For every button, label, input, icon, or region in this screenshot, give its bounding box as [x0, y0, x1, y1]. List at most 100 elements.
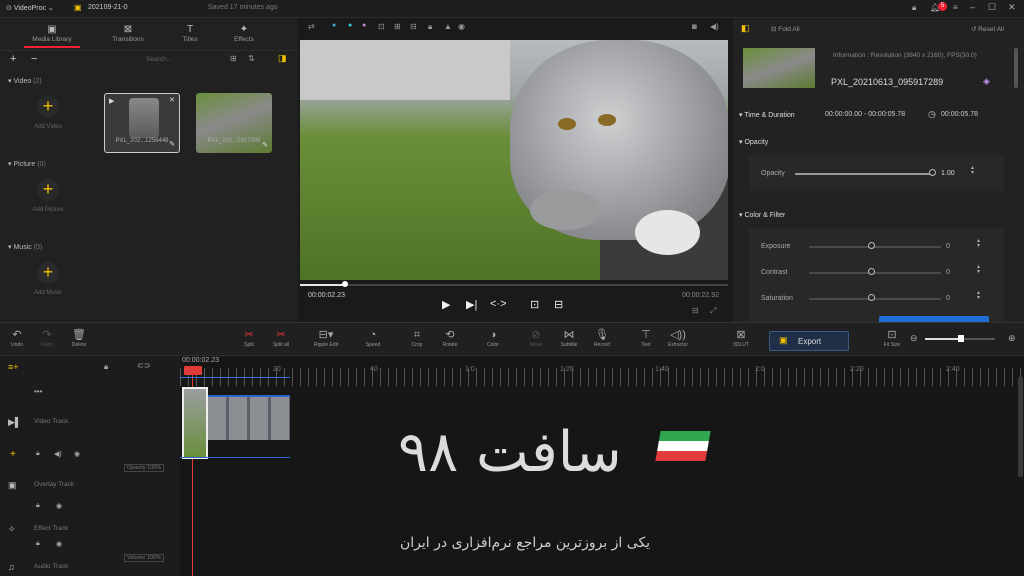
- close-icon[interactable]: ✕: [1008, 2, 1016, 13]
- stepper-icon[interactable]: ▴ ▾: [977, 238, 980, 249]
- color-filter-header[interactable]: ▾ Color & Filter: [739, 211, 785, 219]
- undo-button[interactable]: ↶ Undo: [0, 329, 34, 348]
- video-thumbnail-1[interactable]: ▶ ✕ ✎: [104, 93, 180, 153]
- music-section-header[interactable]: ▾ Music (0): [8, 243, 42, 251]
- add-icon[interactable]: +: [10, 449, 16, 460]
- menu-icon[interactable]: ≡: [953, 3, 958, 12]
- opacity-slider[interactable]: [795, 173, 933, 175]
- project-name[interactable]: 202109-21-0: [88, 4, 128, 11]
- search-input[interactable]: Search...: [146, 56, 172, 63]
- timeline-scrollbar[interactable]: [1018, 377, 1023, 477]
- compare-icon[interactable]: ⇄: [308, 22, 315, 31]
- maximize-icon[interactable]: ☐: [988, 2, 996, 13]
- mask-button[interactable]: ⊘ Mask: [519, 329, 553, 348]
- step-forward-icon[interactable]: ▶|: [466, 298, 477, 311]
- stepper-icon[interactable]: ▴ ▾: [971, 165, 974, 176]
- reset-all-button[interactable]: ↺ Reset All: [971, 25, 1004, 33]
- playhead-handle[interactable]: [184, 366, 202, 375]
- zoom-in-icon[interactable]: ⊕: [1008, 333, 1016, 344]
- split-icon[interactable]: ⊟: [410, 22, 417, 31]
- 3dlut-button[interactable]: ⊠ 3DLUT: [724, 329, 758, 348]
- video-clip-2[interactable]: [208, 395, 290, 440]
- video-section-header[interactable]: ▾ Video (2): [8, 77, 42, 85]
- snapshot-icon[interactable]: ⊡: [530, 298, 539, 311]
- exposure-knob[interactable]: [868, 242, 875, 249]
- opacity-header[interactable]: ▾ Opacity: [739, 138, 768, 146]
- lock-icon[interactable]: 🔒︎: [36, 502, 40, 510]
- ripple-edit-button[interactable]: ⊟▾ Ripple Edit: [309, 329, 343, 348]
- video-thumbnail-2[interactable]: ✎: [196, 93, 272, 153]
- minimize-icon[interactable]: –: [970, 2, 975, 12]
- lock-icon[interactable]: 🔒︎: [104, 362, 108, 372]
- collapse-panel-icon[interactable]: ◨: [278, 53, 287, 64]
- camera-icon[interactable]: ◙: [692, 22, 697, 31]
- add-video-button[interactable]: +: [37, 96, 59, 118]
- fit-size-button[interactable]: ⊡ Fit Size: [875, 329, 909, 348]
- warning-icon[interactable]: ▲: [444, 22, 452, 31]
- saturation-knob[interactable]: [868, 294, 875, 301]
- saturation-slider[interactable]: [809, 298, 941, 300]
- thumbnail-close-icon[interactable]: ✕: [169, 96, 175, 104]
- grid-view-icon[interactable]: ⊞: [230, 54, 237, 63]
- lock-icon[interactable]: 🔒︎: [36, 450, 40, 458]
- color-dot-icon[interactable]: ●: [348, 22, 352, 29]
- delete-button[interactable]: 🗑︎ Delete: [62, 329, 96, 348]
- add-track-icon[interactable]: ≡+: [8, 362, 19, 372]
- rotate-button[interactable]: ⟲ Rotate: [433, 329, 467, 348]
- sort-icon[interactable]: ⇅: [248, 54, 255, 63]
- export-button[interactable]: ▣ Export: [769, 331, 849, 351]
- zoom-knob[interactable]: [958, 335, 964, 342]
- scrollbar-thumb[interactable]: [1014, 48, 1018, 88]
- eye-icon[interactable]: ◉: [74, 450, 80, 458]
- fullscreen-icon[interactable]: ⤢: [710, 306, 716, 316]
- progress-knob[interactable]: [342, 281, 348, 287]
- contrast-knob[interactable]: [868, 268, 875, 275]
- play-icon[interactable]: ▶: [442, 298, 450, 311]
- contrast-value[interactable]: 0: [946, 269, 950, 276]
- record-button[interactable]: 🎙︎ Record: [585, 329, 619, 348]
- tab-media-library[interactable]: ▣ Media Library: [22, 24, 82, 43]
- color-button[interactable]: ◑ Color: [476, 329, 510, 348]
- expand-panel-icon[interactable]: ◧: [741, 23, 750, 34]
- remove-icon[interactable]: −: [31, 53, 37, 65]
- opacity-knob[interactable]: [929, 169, 936, 176]
- add-icon[interactable]: +: [10, 53, 16, 65]
- video-clip-1[interactable]: [182, 387, 208, 459]
- eye-icon[interactable]: ◉: [56, 502, 62, 510]
- tab-titles[interactable]: T Titles: [160, 24, 220, 43]
- crop-icon[interactable]: ⊞: [394, 22, 401, 31]
- volume-icon[interactable]: ◀): [54, 450, 62, 458]
- export-frame-icon[interactable]: ⊟: [554, 298, 563, 311]
- text-button[interactable]: ⊤ Text: [629, 329, 663, 348]
- time-ruler[interactable]: [180, 368, 1024, 386]
- link-icon[interactable]: ⊂⊃: [137, 361, 150, 370]
- exposure-value[interactable]: 0: [946, 243, 950, 250]
- trim-icon[interactable]: <·>: [490, 298, 507, 310]
- color-dot-icon[interactable]: ●: [362, 22, 366, 29]
- volume-badge[interactable]: Volume 100%: [124, 554, 164, 562]
- snapshot-icon[interactable]: ⊡: [378, 22, 385, 31]
- lock-icon[interactable]: 🔒︎: [428, 22, 432, 32]
- time-duration-header[interactable]: ▾ Time & Duration: [739, 111, 795, 119]
- extractor-button[interactable]: ◁)) Extractor: [661, 329, 695, 348]
- eye-icon[interactable]: ◉: [56, 540, 62, 548]
- opacity-value[interactable]: 1.00: [941, 170, 955, 177]
- volume-icon[interactable]: ◀): [710, 22, 719, 31]
- subtitle-button[interactable]: ⋈ Subtitle: [552, 329, 586, 348]
- zoom-out-icon[interactable]: ⊖: [910, 333, 918, 344]
- split-button[interactable]: ✂ Split: [232, 329, 266, 348]
- paint-icon[interactable]: ◈: [983, 76, 990, 87]
- opacity-badge[interactable]: Opacity 100%: [124, 464, 165, 472]
- tab-transitions[interactable]: ⊠ Transitions: [98, 24, 158, 43]
- crop-button[interactable]: ⌗ Crop: [400, 329, 434, 348]
- stepper-icon[interactable]: ▴ ▾: [977, 290, 980, 301]
- progress-track[interactable]: [300, 284, 728, 286]
- picture-section-header[interactable]: ▾ Picture (0): [8, 160, 46, 168]
- redo-button[interactable]: ↷ Redo: [30, 329, 64, 348]
- add-music-button[interactable]: +: [37, 262, 59, 284]
- color-dot-icon[interactable]: ●: [332, 22, 336, 29]
- fold-all-button[interactable]: ⊟ Fold All: [771, 25, 800, 33]
- lock-icon[interactable]: 🔒︎: [912, 3, 916, 13]
- split-all-button[interactable]: ✂ Split all: [264, 329, 298, 348]
- exposure-slider[interactable]: [809, 246, 941, 248]
